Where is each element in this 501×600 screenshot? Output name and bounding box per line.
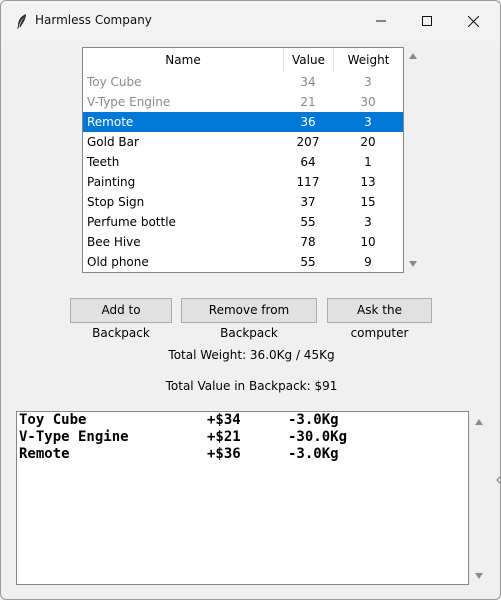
table-row[interactable]: V-Type Engine 21 30 bbox=[83, 92, 403, 112]
cell-value: 117 bbox=[296, 175, 320, 189]
table-row[interactable]: Toy Cube 34 3 bbox=[83, 72, 403, 92]
ask-computer-button[interactable]: Ask the computer bbox=[327, 298, 432, 340]
scroll-up-icon[interactable] bbox=[408, 53, 417, 59]
column-header-weight[interactable]: Weight bbox=[333, 48, 403, 72]
cell-name: Painting bbox=[87, 175, 136, 189]
feather-icon bbox=[15, 13, 29, 29]
scroll-down-icon[interactable] bbox=[474, 573, 483, 579]
column-header-value[interactable]: Value bbox=[283, 48, 333, 72]
log-line: V-Type Engine +$21 -30.0Kg bbox=[18, 429, 468, 446]
cell-weight: 3 bbox=[364, 115, 372, 129]
backpack-log[interactable]: Toy Cube +$34 -3.0Kg V-Type Engine +$21 -30.0… bbox=[16, 411, 469, 585]
table-header: Name Value Weight bbox=[83, 48, 403, 72]
table-scrollbar[interactable] bbox=[404, 47, 421, 273]
cell-weight: 10 bbox=[360, 235, 376, 249]
cell-value: 64 bbox=[300, 155, 316, 169]
cell-value: 36 bbox=[300, 115, 316, 129]
log-item-weight: -30.0Kg bbox=[288, 429, 348, 445]
resize-edge-icon bbox=[496, 476, 500, 484]
table-row[interactable]: Bee Hive 78 10 bbox=[83, 232, 403, 252]
title-bar[interactable]: Harmless Company bbox=[1, 1, 500, 41]
app-window: Harmless Company Name Value Weight Toy C… bbox=[0, 0, 501, 600]
close-icon bbox=[467, 15, 479, 27]
log-item-name: Remote bbox=[19, 446, 70, 462]
cell-weight: 1 bbox=[364, 155, 372, 169]
table-row[interactable]: Gold Bar 207 20 bbox=[83, 132, 403, 152]
column-header-name[interactable]: Name bbox=[83, 48, 283, 72]
cell-name: Remote bbox=[87, 115, 134, 129]
table-row[interactable]: Perfume bottle 55 3 bbox=[83, 212, 403, 232]
log-line: Remote +$36 -3.0Kg bbox=[18, 446, 468, 463]
table-row[interactable]: Teeth 64 1 bbox=[83, 152, 403, 172]
log-item-weight: -3.0Kg bbox=[288, 446, 339, 462]
log-item-value: +$21 bbox=[207, 429, 241, 445]
cell-name: Old phone bbox=[87, 255, 149, 269]
cell-value: 78 bbox=[300, 235, 316, 249]
cell-weight: 3 bbox=[364, 215, 372, 229]
cell-value: 207 bbox=[296, 135, 320, 149]
cell-name: Bee Hive bbox=[87, 235, 141, 249]
table-row[interactable]: Remote 36 3 bbox=[83, 112, 403, 132]
scroll-up-icon[interactable] bbox=[474, 419, 483, 425]
log-scrollbar[interactable] bbox=[470, 413, 487, 585]
cell-value: 21 bbox=[300, 95, 316, 109]
cell-value: 34 bbox=[300, 75, 316, 89]
scroll-down-icon[interactable] bbox=[408, 261, 417, 267]
cell-value: 55 bbox=[300, 215, 316, 229]
cell-weight: 15 bbox=[360, 195, 376, 209]
cell-weight: 20 bbox=[360, 135, 376, 149]
cell-weight: 13 bbox=[360, 175, 376, 189]
items-table[interactable]: Name Value Weight Toy Cube 34 3 V-Type Engi… bbox=[82, 47, 404, 273]
cell-name: Teeth bbox=[87, 155, 120, 169]
cell-name: Toy Cube bbox=[87, 75, 142, 89]
cell-name: Stop Sign bbox=[87, 195, 145, 209]
cell-weight: 30 bbox=[360, 95, 376, 109]
table-row[interactable]: Painting 117 13 bbox=[83, 172, 403, 192]
log-line: Toy Cube +$34 -3.0Kg bbox=[18, 412, 468, 429]
minimize-button[interactable] bbox=[358, 1, 404, 41]
log-item-value: +$36 bbox=[207, 446, 241, 462]
log-item-weight: -3.0Kg bbox=[288, 412, 339, 428]
maximize-icon bbox=[422, 16, 432, 26]
cell-weight: 3 bbox=[364, 75, 372, 89]
close-button[interactable] bbox=[450, 1, 496, 41]
cell-name: Gold Bar bbox=[87, 135, 139, 149]
table-row[interactable]: Old phone 55 9 bbox=[83, 252, 403, 272]
total-value-label: Total Value in Backpack: $91 bbox=[165, 379, 338, 393]
total-weight-label: Total Weight: 36.0Kg / 45Kg bbox=[168, 348, 335, 362]
minimize-icon bbox=[376, 20, 386, 22]
table-row[interactable]: Stop Sign 37 15 bbox=[83, 192, 403, 212]
log-item-name: Toy Cube bbox=[19, 412, 87, 428]
table-body: Toy Cube 34 3 V-Type Engine 21 30 Remote 36 3 Gol… bbox=[83, 72, 403, 272]
add-to-backpack-button[interactable]: Add to Backpack bbox=[70, 298, 172, 340]
cell-value: 55 bbox=[300, 255, 316, 269]
cell-value: 37 bbox=[300, 195, 316, 209]
cell-name: Perfume bottle bbox=[87, 215, 176, 229]
log-item-value: +$34 bbox=[207, 412, 241, 428]
cell-name: V-Type Engine bbox=[87, 95, 171, 109]
window-title: Harmless Company bbox=[35, 13, 152, 27]
remove-from-backpack-button[interactable]: Remove from Backpack bbox=[181, 298, 317, 340]
log-item-name: V-Type Engine bbox=[19, 429, 129, 445]
maximize-button[interactable] bbox=[404, 1, 450, 41]
cell-weight: 9 bbox=[364, 255, 372, 269]
